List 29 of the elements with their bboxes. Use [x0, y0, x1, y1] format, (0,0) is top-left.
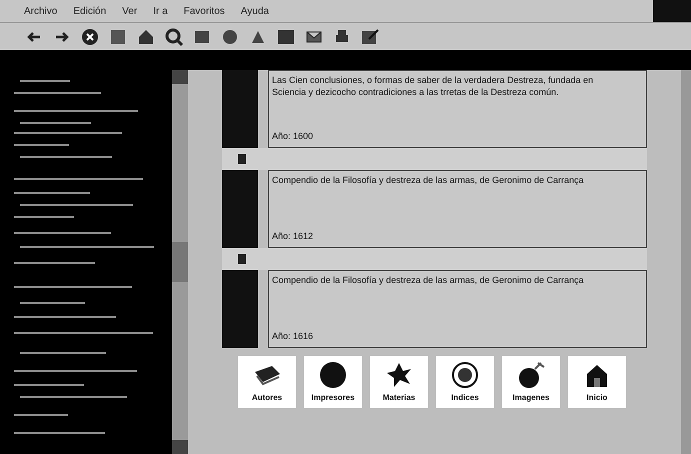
ball-icon: [318, 360, 348, 390]
scrollbar[interactable]: [172, 70, 188, 454]
menu-item[interactable]: Edición: [73, 4, 106, 18]
nav-button[interactable]: Imagenes: [502, 356, 560, 408]
seal-icon: [450, 360, 480, 390]
entry-year: Año: 1600: [272, 130, 314, 142]
bomb-icon: [516, 360, 546, 390]
menu-item[interactable]: Ayuda: [240, 4, 269, 18]
entry-year: Año: 1612: [272, 230, 314, 242]
thumbnail[interactable]: [222, 70, 258, 148]
thumbnail[interactable]: [222, 170, 258, 248]
nav-button[interactable]: Inicio: [568, 356, 626, 408]
menu-item[interactable]: Ir a: [153, 4, 168, 18]
entry-title: Las Cien conclusiones, o formas de saber de la verdadera Destreza, fundada en Sciencia y dezicocho contradiciones a las trretas de la Destreza común.: [272, 74, 594, 98]
nav-button[interactable]: Indices: [436, 356, 494, 408]
edit-icon[interactable]: [360, 26, 380, 46]
page-scrollbar[interactable]: [681, 70, 691, 454]
entry-year: Año: 1616: [272, 330, 314, 342]
menu-item[interactable]: Favoritos: [184, 4, 225, 18]
thumbnail[interactable]: [222, 270, 258, 348]
search-icon[interactable]: [164, 26, 184, 46]
entry-title: Compendio de la Filosofía y destreza de las armas, de Geronimo de Carrança: [272, 274, 585, 286]
stop-icon[interactable]: [80, 26, 100, 46]
nav-button[interactable]: Materias: [370, 356, 428, 408]
nav-button[interactable]: Impresores: [304, 356, 362, 408]
menu-item[interactable]: Archivo: [24, 4, 58, 18]
menu-item[interactable]: Ver: [122, 4, 138, 18]
nav-button[interactable]: Autores: [238, 356, 296, 408]
entry-title: Compendio de la Filosofía y destreza de las armas, de Geronimo de Carrança: [272, 174, 585, 186]
